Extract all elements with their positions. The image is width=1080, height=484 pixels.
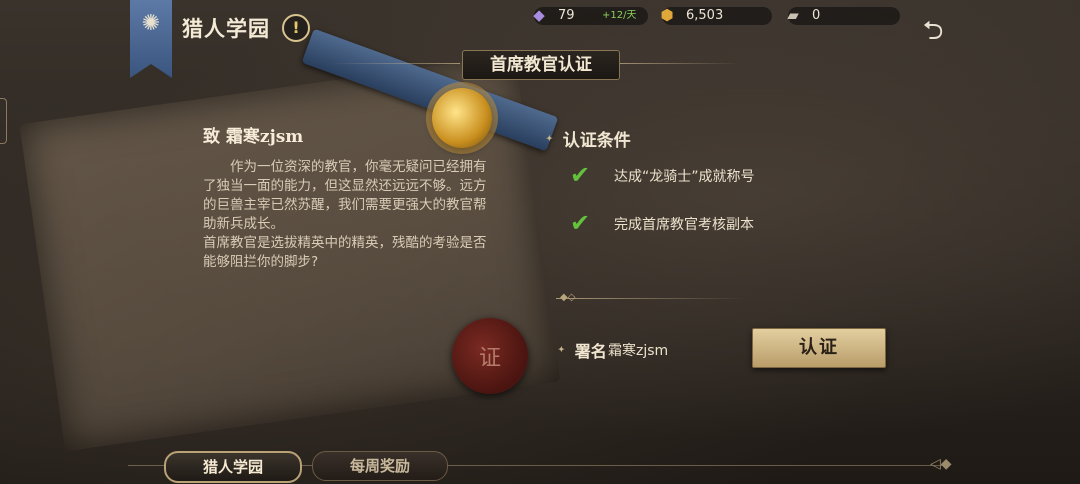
checkmark-icon: ✔ <box>570 161 591 189</box>
info-button[interactable]: ! <box>282 14 310 42</box>
emblem-icon: ✺ <box>141 11 161 36</box>
side-drawer-handle[interactable] <box>0 98 7 144</box>
medal-icon <box>432 88 492 148</box>
gold-coin-icon: ⬢ <box>660 6 674 24</box>
crystal-rate: +12/天 <box>602 10 637 21</box>
crystal-count: 79 <box>558 8 575 23</box>
condition-text: 完成首席教官考核副本 <box>614 217 754 233</box>
signature-label: 署名 <box>568 338 607 362</box>
letter-addressee: 致 霜寒zjsm <box>203 127 304 147</box>
crystal-icon: ◆ <box>533 6 545 24</box>
certify-button[interactable]: 认证 <box>752 328 886 368</box>
tab-bar-ornament-icon: ◁◆ <box>930 456 952 472</box>
seal-text: 证 <box>478 346 501 371</box>
signature-name: 霜寒zjsm <box>608 343 669 359</box>
header-divider-right <box>620 63 740 64</box>
ticket-count: 0 <box>812 8 821 23</box>
resource-gold[interactable]: ⬢ 6,503 <box>660 6 772 25</box>
wax-seal: 证 <box>452 318 528 394</box>
tab-weekly-rewards[interactable]: 每周奖励 <box>312 451 448 481</box>
conditions-title: 认证条件 <box>556 126 631 151</box>
checkmark-icon: ✔ <box>570 209 591 237</box>
header-divider-left <box>330 63 460 64</box>
divider <box>556 298 746 299</box>
back-arrow-icon[interactable]: ⮌ <box>918 16 948 46</box>
letter-body: 作为一位资深的教官，你毫无疑问已经拥有了独当一面的能力，但这显然还远远不够。远方… <box>203 158 499 272</box>
condition-text: 达成“龙骑士”成就称号 <box>614 169 755 185</box>
divider-ornament-icon: ◆◇ <box>560 292 576 303</box>
page-title: 猎人学园 <box>182 16 270 41</box>
resource-ticket[interactable]: ▰ 0 <box>787 6 900 25</box>
section-title: 首席教官认证 <box>462 50 620 80</box>
gold-count: 6,503 <box>686 8 724 23</box>
letter-paragraph: 首席教官是选拔精英中的精英，残酷的考验是否能够阻拦你的脚步? <box>203 235 487 270</box>
resource-crystal[interactable]: ◆ 79 +12/天 <box>533 6 648 25</box>
ticket-icon: ▰ <box>787 6 799 24</box>
tab-hunter-academy[interactable]: 猎人学园 <box>164 451 302 483</box>
letter-paragraph: 作为一位资深的教官，你毫无疑问已经拥有了独当一面的能力，但这显然还远远不够。远方… <box>203 159 487 232</box>
